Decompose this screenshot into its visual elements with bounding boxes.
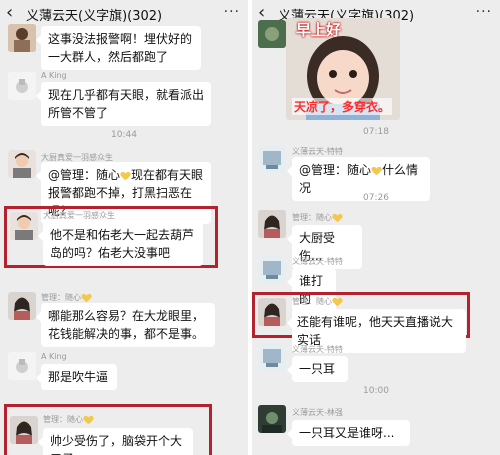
avatar[interactable]	[8, 72, 36, 100]
message-bubble[interactable]: 那是吹牛逼	[36, 364, 117, 390]
avatar[interactable]	[8, 150, 36, 178]
chat-header: ‹ 义薄云天(义字旗)(302) ···	[0, 0, 248, 28]
sender-name: 管理：随心	[292, 212, 343, 223]
avatar[interactable]	[258, 405, 286, 433]
avatar[interactable]	[258, 298, 286, 326]
message-bubble[interactable]: 这事没法报警啊！埋伏好的一大群人，然后都跑了	[36, 26, 201, 70]
more-options-icon[interactable]: ···	[224, 4, 240, 20]
sender-name: 管理：随心	[41, 292, 92, 303]
sender-name: 大厨真爱一羽感众生	[43, 211, 115, 220]
avatar[interactable]	[10, 416, 38, 444]
avatar[interactable]	[258, 20, 286, 48]
sender-name: 义薄云天-特特	[292, 257, 343, 266]
timestamp: 10:00	[363, 386, 389, 396]
message-bubble[interactable]: 他不是和佑老大一起去葫芦岛的吗？佑老大没事吧	[38, 222, 203, 266]
heart-icon	[82, 294, 91, 302]
avatar[interactable]	[258, 145, 286, 173]
heart-icon	[333, 214, 342, 222]
avatar[interactable]	[258, 343, 286, 371]
sticker-image[interactable]: 早上好 天凉了，多穿衣。	[286, 18, 400, 120]
sender-name: A King	[41, 71, 67, 80]
avatar[interactable]	[8, 24, 36, 52]
avatar[interactable]	[258, 255, 286, 283]
mention-text: @管理：随心	[299, 163, 372, 177]
sender-name: 义薄云天-特特	[292, 345, 343, 354]
more-options-icon[interactable]: ···	[476, 4, 492, 20]
message-bubble[interactable]: 一只耳又是谁呀...	[287, 420, 410, 446]
avatar[interactable]	[258, 210, 286, 238]
sender-name: 管理：随心	[43, 414, 94, 425]
heart-icon	[121, 172, 130, 180]
back-arrow-icon[interactable]: ‹	[6, 2, 13, 24]
sender-name: 管理：随心	[292, 296, 343, 307]
message-bubble[interactable]: 一只耳	[287, 356, 348, 382]
heart-icon	[333, 298, 342, 306]
message-bubble[interactable]: 现在几乎都有天眼，就看派出所管不管了	[36, 82, 211, 126]
mention-text: @管理：随心	[48, 168, 121, 182]
heart-icon	[84, 416, 93, 424]
avatar[interactable]	[8, 292, 36, 320]
sticker-bottom-text: 天凉了，多穿衣。	[292, 98, 393, 115]
timestamp: 10:44	[111, 130, 137, 140]
avatar[interactable]	[10, 212, 38, 240]
message-bubble[interactable]: 哪能那么容易？在大龙眼里，花钱能解决的事，都不是事。	[36, 303, 215, 347]
chat-panel-left: ‹ 义薄云天(义字旗)(302) ··· 这事没法报警啊！埋伏好的一大群人，然后…	[0, 0, 248, 455]
sender-name: 义薄云天-特特	[292, 147, 343, 156]
sender-name: A King	[41, 352, 67, 361]
heart-icon	[372, 167, 381, 175]
chat-title: 义薄云天(义字旗)(302)	[26, 9, 163, 24]
chat-panel-right: ‹ 义薄云天(义字旗)(302) ··· 早上好 天凉了，多穿衣。 07:18 …	[252, 0, 500, 455]
sender-name: 义薄云天-林强	[292, 408, 343, 417]
message-bubble[interactable]: 帅少受伤了，脑袋开个大口子	[38, 428, 193, 455]
timestamp: 07:18	[363, 127, 389, 137]
sticker-top-text: 早上好	[296, 21, 342, 39]
avatar[interactable]	[8, 352, 36, 380]
timestamp: 07:26	[363, 193, 389, 203]
